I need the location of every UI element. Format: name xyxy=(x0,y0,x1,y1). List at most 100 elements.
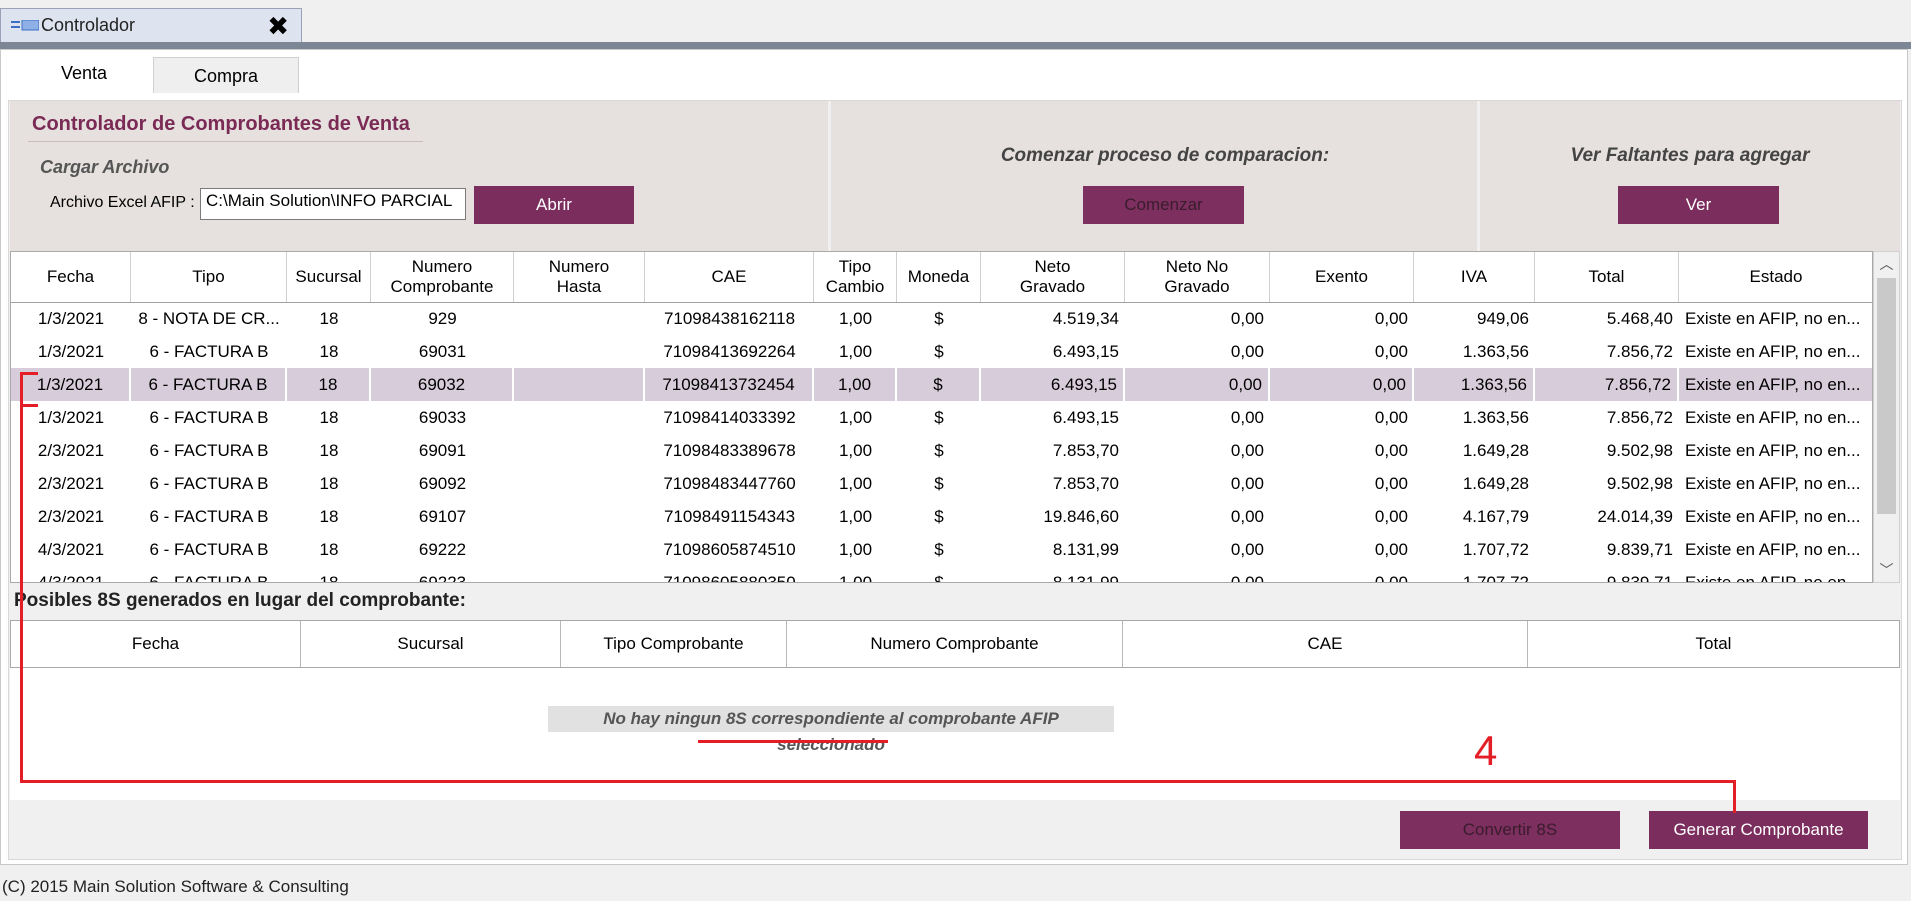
table-cell: 0,00 xyxy=(1374,573,1408,583)
table-cell: 7.856,72 xyxy=(1535,368,1679,401)
grid-column-header[interactable]: Neto Gravado xyxy=(981,252,1125,302)
table-cell: 0,00 xyxy=(1230,540,1264,559)
table-cell: 71098438162118 xyxy=(663,309,796,328)
table-cell: 69222 xyxy=(418,540,467,559)
table-cell: Existe en AFIP, no en... xyxy=(1679,368,1872,401)
table-cell: 69092 xyxy=(418,474,467,493)
table-cell: 7.856,72 xyxy=(1606,408,1673,427)
table-cell: 0,00 xyxy=(1230,474,1264,493)
comprobantes-grid[interactable]: Fecha Tipo Sucursal Numero Comprobante Numer… xyxy=(10,251,1873,583)
table-row[interactable]: 2/3/2021 6 - FACTURA B 18 69092 710984834477… xyxy=(11,467,1872,500)
table-cell: 0,00 xyxy=(1374,408,1408,427)
table-cell: 18 xyxy=(319,342,339,361)
grid-scrollbar[interactable]: ︿ ﹀ xyxy=(1873,251,1900,583)
table-row[interactable]: 2/3/2021 6 - FACTURA B 18 69107 710984911543… xyxy=(11,500,1872,533)
tab-compra[interactable]: Compra xyxy=(153,57,299,93)
table-cell: $ xyxy=(934,342,944,361)
table-row[interactable]: 4/3/2021 6 - FACTURA B 18 69223 710986058803… xyxy=(11,566,1872,583)
table-row[interactable]: 1/3/2021 6 - FACTURA B 18 69031 710984136922… xyxy=(11,335,1872,368)
posibles-column-header[interactable]: Tipo Comprobante xyxy=(561,621,787,667)
table-cell: Existe en AFIP, no en... xyxy=(1685,441,1861,460)
table-cell: 6.493,15 xyxy=(981,368,1125,401)
table-cell: 6 - FACTURA B xyxy=(149,408,269,427)
table-cell: 69223 xyxy=(418,573,467,583)
table-cell: 1.707,72 xyxy=(1462,573,1529,583)
table-cell: 2/3/2021 xyxy=(37,507,105,526)
posibles-column-header[interactable]: Total xyxy=(1528,621,1899,667)
comparacion-section xyxy=(831,101,1477,251)
table-cell: 6 - FACTURA B xyxy=(149,474,269,493)
posibles-column-header[interactable]: Numero Comprobante xyxy=(787,621,1123,667)
table-cell: Existe en AFIP, no en... xyxy=(1685,342,1861,361)
table-cell: 0,00 xyxy=(1374,441,1408,460)
table-row[interactable]: 1/3/2021 6 - FACTURA B 18 69033 710984140333… xyxy=(11,401,1872,434)
table-cell: 1,00 xyxy=(838,540,873,559)
table-cell: $ xyxy=(934,573,944,583)
scroll-down-icon[interactable]: ﹀ xyxy=(1874,560,1899,580)
posibles-grid-header: Fecha Sucursal Tipo Comprobante Numero Comp… xyxy=(10,620,1900,668)
table-cell: 69031 xyxy=(418,342,467,361)
table-cell: 1,00 xyxy=(838,408,873,427)
table-cell: 18 xyxy=(319,540,339,559)
table-cell xyxy=(514,500,645,533)
scrollbar-thumb[interactable] xyxy=(1877,278,1896,514)
annotation-riser xyxy=(1733,780,1736,813)
grid-column-header[interactable]: Moneda xyxy=(897,252,981,302)
table-cell: 24.014,39 xyxy=(1597,507,1673,526)
table-cell: 4/3/2021 xyxy=(37,540,105,559)
grid-column-header[interactable]: Tipo xyxy=(131,252,287,302)
grid-column-header[interactable]: Neto No Gravado xyxy=(1125,252,1270,302)
table-cell: 1.649,28 xyxy=(1462,441,1529,460)
grid-column-header[interactable]: Numero Comprobante xyxy=(371,252,514,302)
faltantes-caption: Ver Faltantes para agregar xyxy=(1570,145,1810,166)
table-cell: 0,00 xyxy=(1125,368,1270,401)
posibles-column-header[interactable]: CAE xyxy=(1123,621,1528,667)
table-row[interactable]: 1/3/2021 6 - FACTURA B 18 69032 710984137324… xyxy=(11,368,1872,401)
table-cell: 0,00 xyxy=(1230,342,1264,361)
page-title: Controlador de Comprobantes de Venta xyxy=(32,113,410,135)
table-cell: 18 xyxy=(319,474,339,493)
ver-button[interactable]: Ver xyxy=(1618,186,1779,224)
table-cell: Existe en AFIP, no en... xyxy=(1685,474,1861,493)
grid-column-header[interactable]: Fecha xyxy=(11,252,131,302)
grid-column-header[interactable]: IVA xyxy=(1414,252,1535,302)
tab-venta[interactable]: Venta xyxy=(15,55,153,93)
table-cell: 4.519,34 xyxy=(1052,309,1119,328)
table-row[interactable]: 2/3/2021 6 - FACTURA B 18 69091 710984833896… xyxy=(11,434,1872,467)
table-cell: 1.707,72 xyxy=(1462,540,1529,559)
table-cell: 6 - FACTURA B xyxy=(149,540,269,559)
document-tab-controlador[interactable]: Controlador ✖ xyxy=(0,8,302,42)
grid-column-header[interactable]: Numero Hasta xyxy=(514,252,645,302)
table-cell xyxy=(514,566,645,582)
table-cell: 0,00 xyxy=(1230,507,1264,526)
table-cell: 71098605880350 xyxy=(663,573,796,583)
table-cell xyxy=(514,368,645,401)
grid-column-header[interactable]: CAE xyxy=(645,252,814,302)
close-icon[interactable]: ✖ xyxy=(267,11,289,42)
abrir-button[interactable]: Abrir xyxy=(474,186,634,224)
table-cell xyxy=(514,434,645,467)
table-cell: 9.839,71 xyxy=(1606,540,1673,559)
table-cell: 1/3/2021 xyxy=(37,309,105,328)
table-cell: 6 - FACTURA B xyxy=(149,441,269,460)
grid-column-header[interactable]: Exento xyxy=(1270,252,1414,302)
table-cell xyxy=(514,533,645,566)
grid-column-header[interactable]: Total xyxy=(1535,252,1679,302)
table-cell: Existe en AFIP, no en... xyxy=(1685,540,1861,559)
table-cell: 2/3/2021 xyxy=(37,441,105,460)
table-cell: 18 xyxy=(319,408,339,427)
archivo-excel-input[interactable]: C:\Main Solution\INFO PARCIAL xyxy=(200,188,466,220)
grid-column-header[interactable]: Tipo Cambio xyxy=(814,252,897,302)
convertir-8s-button[interactable]: Convertir 8S xyxy=(1400,811,1620,849)
grid-column-header[interactable]: Sucursal xyxy=(287,252,371,302)
table-cell: 1/3/2021 xyxy=(37,342,105,361)
table-cell: 0,00 xyxy=(1230,309,1264,328)
comenzar-button[interactable]: Comenzar xyxy=(1083,186,1244,224)
grid-column-header[interactable]: Estado xyxy=(1679,252,1872,302)
table-row[interactable]: 1/3/2021 8 - NOTA DE CR... 18 929 7109843816… xyxy=(11,302,1872,335)
generar-comprobante-button[interactable]: Generar Comprobante xyxy=(1649,811,1868,849)
scroll-up-icon[interactable]: ︿ xyxy=(1874,254,1899,274)
posibles-column-header[interactable]: Fecha xyxy=(11,621,301,667)
table-row[interactable]: 4/3/2021 6 - FACTURA B 18 69222 710986058745… xyxy=(11,533,1872,566)
posibles-column-header[interactable]: Sucursal xyxy=(301,621,561,667)
